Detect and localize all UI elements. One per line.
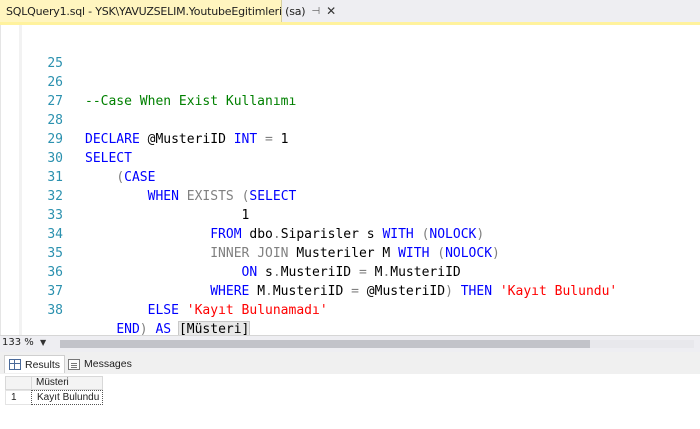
close-icon[interactable]: ✕ <box>326 4 336 18</box>
messages-icon <box>68 358 80 370</box>
code-line: 31 WHEN EXISTS (SELECT <box>1 149 296 204</box>
code-line: 27 <box>1 73 63 109</box>
code-line: 36 WHERE M.MusteriID = @MusteriID) THEN … <box>1 244 617 299</box>
horizontal-scrollbar[interactable] <box>60 340 694 348</box>
code-line: 25 <box>1 35 63 71</box>
code-line: 26 --Case When Exist Kullanımı <box>1 54 296 109</box>
code-line: 30 (CASE <box>1 130 155 185</box>
code-line: 34 INNER JOIN Musteriler M WITH (NOLOCK) <box>1 206 500 261</box>
results-grid: Müsteri 1 Kayıt Bulundu <box>0 374 700 429</box>
code-text: INNER JOIN Musteriler M WITH (NOLOCK) <box>210 246 500 261</box>
code-line: 32 1 <box>1 168 249 223</box>
results-tab-bar: Results Messages <box>0 352 700 375</box>
code-line: 33 FROM dbo.Siparisler s WITH (NOLOCK) <box>1 187 484 242</box>
code-text: WHERE M.MusteriID = @MusteriID) THEN 'Ka… <box>210 284 618 299</box>
code-text: DECLARE @MusteriID INT = 1 <box>85 132 289 147</box>
code-line: 38 END) AS [Müsteri] <box>1 282 251 338</box>
query-document-tab[interactable]: SQLQuery1.sql - YSK\YAVUZSELIM.YoutubeEg… <box>0 0 336 22</box>
code-text: ELSE 'Kayıt Bulunamadı' <box>147 303 328 318</box>
code-text: WHEN EXISTS (SELECT <box>147 189 297 204</box>
grid-corner-header[interactable] <box>5 376 32 390</box>
code-line: 35 ON s.MusteriID = M.MusteriID <box>1 225 460 280</box>
document-tab-title: SQLQuery1.sql - YSK\YAVUZSELIM.YoutubeEg… <box>6 4 306 18</box>
grid-icon <box>9 359 21 370</box>
code-text: 1 <box>85 208 250 223</box>
code-text: SELECT <box>85 151 132 166</box>
pin-icon[interactable]: ⊣ <box>311 6 320 17</box>
tab-results[interactable]: Results <box>4 355 66 373</box>
code-line: 28 DECLARE @MusteriID INT = 1 <box>1 92 288 147</box>
scrollbar-thumb[interactable] <box>60 340 590 348</box>
code-text: FROM dbo.Siparisler s WITH (NOLOCK) <box>210 227 485 242</box>
code-line: 37 ELSE 'Kayıt Bulunamadı' <box>1 263 327 318</box>
chevron-down-icon[interactable]: ▼ <box>40 338 46 347</box>
code-text: (CASE <box>116 170 156 185</box>
editor-status-bar: 133 % ▼ <box>0 335 700 353</box>
code-text: ON s.MusteriID = M.MusteriID <box>241 265 461 280</box>
line-number: 38 <box>47 303 63 318</box>
row-number[interactable]: 1 <box>5 390 32 405</box>
column-header[interactable]: Müsteri <box>31 376 103 390</box>
code-comment: --Case When Exist Kullanımı <box>85 94 297 109</box>
zoom-level[interactable]: 133 % <box>2 337 34 348</box>
tab-messages[interactable]: Messages <box>64 355 136 373</box>
document-tab-bar: SQLQuery1.sql - YSK\YAVUZSELIM.YoutubeEg… <box>0 0 700 23</box>
tab-results-label: Results <box>25 358 61 371</box>
code-line: 29 SELECT <box>1 111 132 166</box>
tab-messages-label: Messages <box>84 358 132 370</box>
code-editor[interactable]: 25 26 --Case When Exist Kullanımı 27 28 … <box>0 25 700 338</box>
grid-cell[interactable]: Kayıt Bulundu <box>31 390 103 405</box>
